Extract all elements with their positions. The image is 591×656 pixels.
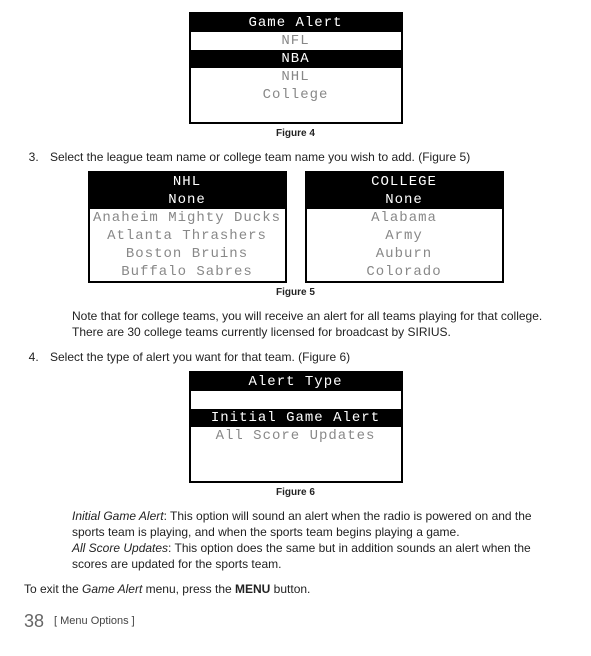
figure-5-left-title: NHL xyxy=(90,173,285,191)
figure-4-caption: Figure 4 xyxy=(24,128,567,139)
figure-6-item-selected: Initial Game Alert xyxy=(191,409,401,427)
figure-5-right-screen: COLLEGE None Alabama Army Auburn Colorad… xyxy=(305,171,504,283)
figure-5-right-item: Army xyxy=(307,227,502,245)
figure-5-left-item-selected: None xyxy=(90,191,285,209)
step-4: Select the type of alert you want for th… xyxy=(42,349,567,365)
figure-5-right-title: COLLEGE xyxy=(307,173,502,191)
figure-6-caption: Figure 6 xyxy=(24,487,567,498)
alert-type-explanation: Initial Game Alert: This option will sou… xyxy=(72,508,557,573)
asu-label: All Score Updates xyxy=(72,541,168,555)
iga-label: Initial Game Alert xyxy=(72,509,164,523)
step-3: Select the league team name or college t… xyxy=(42,149,567,165)
figure-4-item: College xyxy=(191,86,401,104)
figure-5-left-item: Buffalo Sabres xyxy=(90,263,285,281)
figure-5-right-item-selected: None xyxy=(307,191,502,209)
figure-4-blank xyxy=(191,104,401,122)
exit-menu-label: Game Alert xyxy=(82,582,142,596)
figure-5-pair: NHL None Anaheim Mighty Ducks Atlanta Th… xyxy=(24,171,567,283)
exit-instruction: To exit the Game Alert menu, press the M… xyxy=(24,581,567,597)
figure-6-blank xyxy=(191,463,401,481)
figure-5-right-item: Auburn xyxy=(307,245,502,263)
college-note: Note that for college teams, you will re… xyxy=(72,308,557,340)
section-label: [ Menu Options ] xyxy=(54,615,135,627)
exit-post: button. xyxy=(270,582,310,596)
step-list: Select the league team name or college t… xyxy=(42,149,567,165)
figure-4-item-selected: NBA xyxy=(191,50,401,68)
figure-6-screen: Alert Type Initial Game Alert All Score … xyxy=(189,371,403,483)
figure-5-right-item: Colorado xyxy=(307,263,502,281)
figure-6-blank xyxy=(191,391,401,409)
figure-6-item: All Score Updates xyxy=(191,427,401,445)
figure-5-left-item: Anaheim Mighty Ducks xyxy=(90,209,285,227)
figure-4-item: NHL xyxy=(191,68,401,86)
page-number: 38 xyxy=(24,611,44,632)
exit-mid: menu, press the xyxy=(142,582,235,596)
figure-4-screen: Game Alert NFL NBA NHL College xyxy=(189,12,403,124)
figure-5-left-item: Atlanta Thrashers xyxy=(90,227,285,245)
step-list: Select the type of alert you want for th… xyxy=(42,349,567,365)
figure-5-left-item: Boston Bruins xyxy=(90,245,285,263)
figure-4-title: Game Alert xyxy=(191,14,401,32)
figure-5-right-item: Alabama xyxy=(307,209,502,227)
figure-4-item: NFL xyxy=(191,32,401,50)
figure-5-left-screen: NHL None Anaheim Mighty Ducks Atlanta Th… xyxy=(88,171,287,283)
page-footer: 38 [ Menu Options ] xyxy=(24,611,567,632)
figure-5-caption: Figure 5 xyxy=(24,287,567,298)
exit-button: MENU xyxy=(235,582,270,596)
figure-6-blank xyxy=(191,445,401,463)
exit-pre: To exit the xyxy=(24,582,82,596)
figure-6-title: Alert Type xyxy=(191,373,401,391)
